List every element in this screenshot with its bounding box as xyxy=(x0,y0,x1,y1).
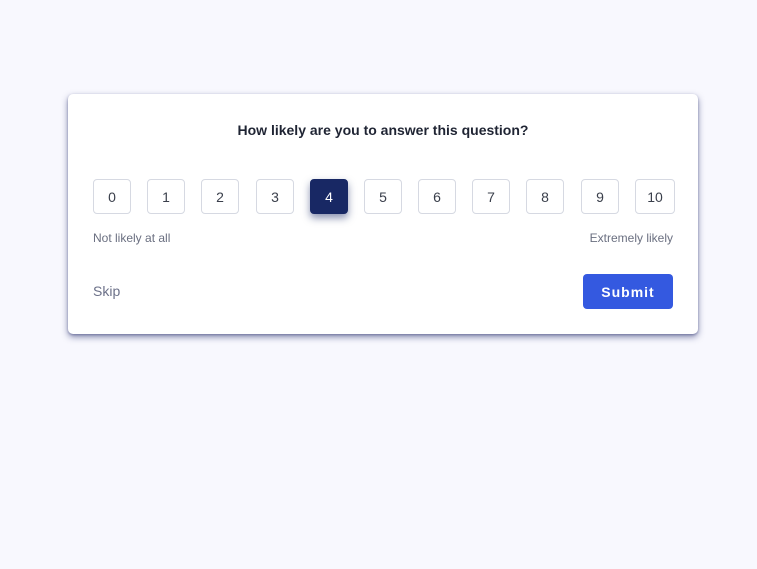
rating-option-10[interactable]: 10 xyxy=(635,179,675,214)
high-scale-label: Extremely likely xyxy=(589,231,673,245)
rating-option-4[interactable]: 4 xyxy=(310,179,348,214)
skip-link[interactable]: Skip xyxy=(93,283,120,299)
rating-option-3[interactable]: 3 xyxy=(256,179,294,214)
rating-option-7[interactable]: 7 xyxy=(472,179,510,214)
rating-option-0[interactable]: 0 xyxy=(93,179,131,214)
rating-scale: 0 1 2 3 4 5 6 7 8 9 10 xyxy=(93,179,675,214)
submit-button[interactable]: Submit xyxy=(583,274,673,309)
rating-option-5[interactable]: 5 xyxy=(364,179,402,214)
rating-option-9[interactable]: 9 xyxy=(581,179,619,214)
low-scale-label: Not likely at all xyxy=(93,231,171,245)
question-text: How likely are you to answer this questi… xyxy=(237,122,529,138)
rating-option-1[interactable]: 1 xyxy=(147,179,185,214)
rating-option-6[interactable]: 6 xyxy=(418,179,456,214)
rating-option-8[interactable]: 8 xyxy=(526,179,564,214)
rating-option-2[interactable]: 2 xyxy=(201,179,239,214)
survey-card: How likely are you to answer this questi… xyxy=(68,94,698,334)
